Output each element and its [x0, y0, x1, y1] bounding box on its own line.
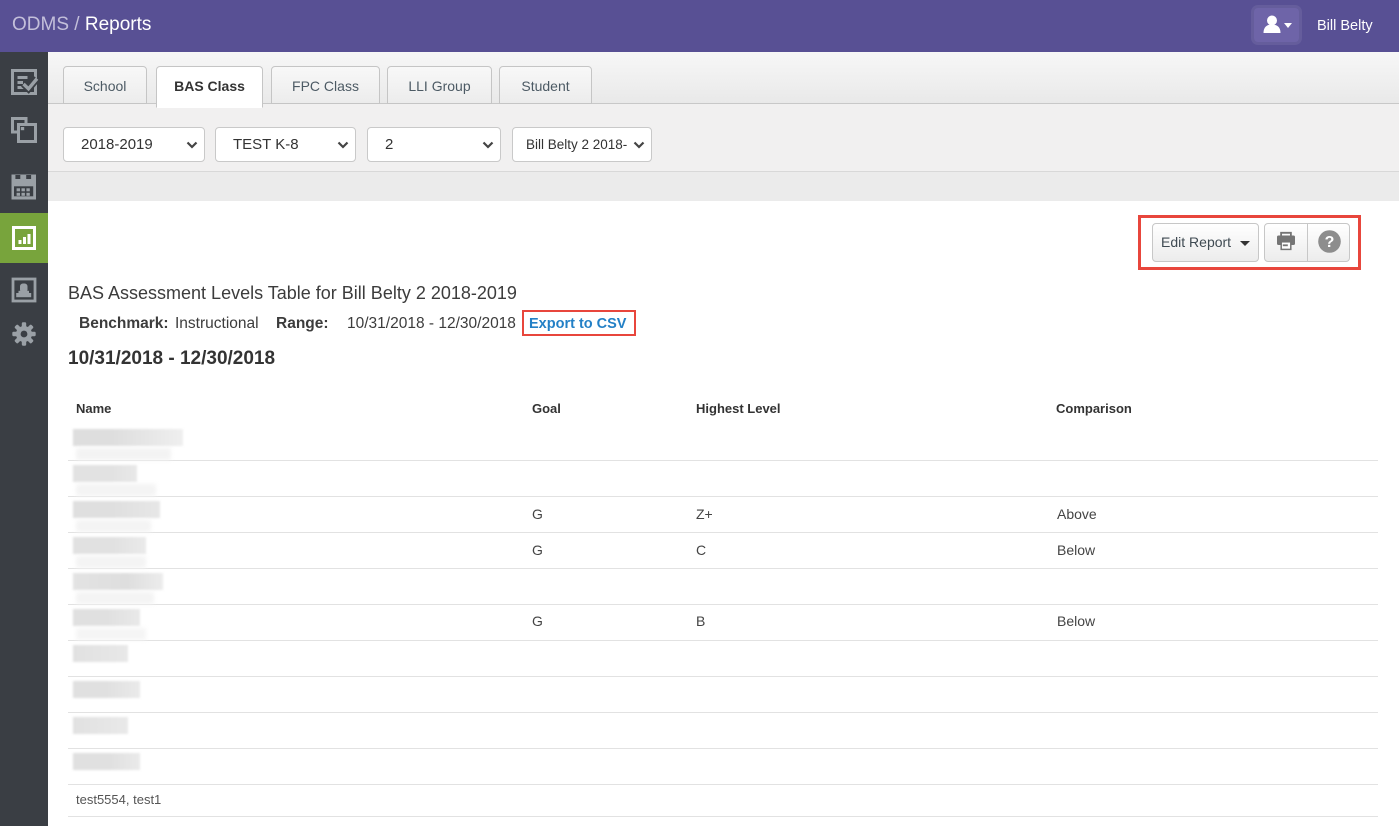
svg-text:?: ?: [1325, 234, 1335, 251]
